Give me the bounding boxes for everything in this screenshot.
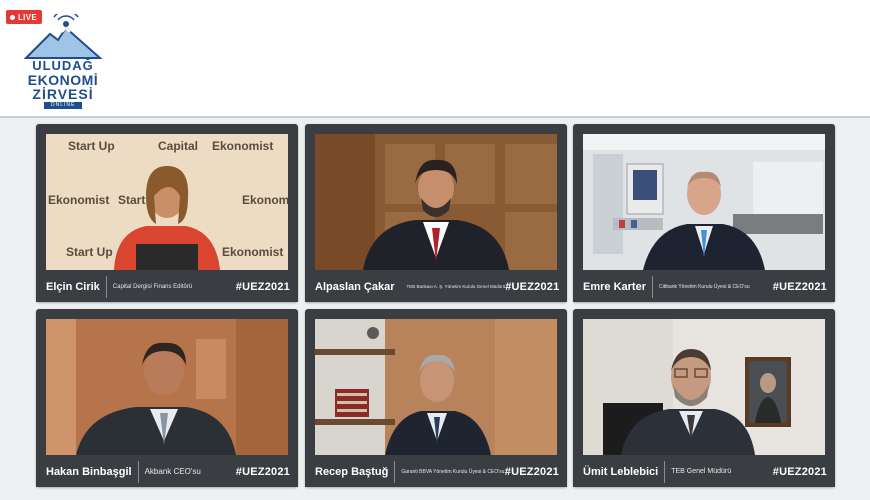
participant-video-6: [583, 319, 825, 455]
backdrop-word: Ekonomist: [212, 139, 273, 153]
nameplate: Alpaslan Çakar TEB Bankası A. Ş. Yönetim…: [305, 272, 567, 302]
participant-tile-3[interactable]: Emre Karter Citibank Yönetim Kurulu Üyes…: [573, 124, 835, 302]
event-hashtag: #UEZ2021: [235, 281, 290, 293]
nameplate: Ümit Leblebici TEB Genel Müdürü #UEZ2021: [573, 457, 835, 487]
event-hashtag: #UEZ2021: [505, 281, 560, 293]
participant-video-3: [583, 134, 825, 270]
participant-role: TEB Genel Müdürü: [671, 468, 732, 475]
participant-role: Garanti BBVA Yönetim Kurulu Üyesi & CEO'…: [401, 469, 505, 475]
participant-tile-4[interactable]: Hakan Binbaşgil Akbank CEO'su #UEZ2021: [36, 309, 298, 487]
participant-name: Alpaslan Çakar: [315, 281, 395, 293]
divider: [664, 461, 666, 483]
participant-name: Recep Baştuğ: [315, 466, 389, 478]
event-hashtag: #UEZ2021: [772, 466, 827, 478]
participant-video-4: [46, 319, 288, 455]
backdrop-word: Start Up: [66, 245, 113, 259]
participant-video-1: Start Up Capital Ekonomist Ekonomist Sta…: [46, 134, 288, 270]
divider: [105, 276, 107, 298]
divider: [651, 276, 653, 298]
video-grid: Start Up Capital Ekonomist Ekonomist Sta…: [0, 118, 870, 500]
participant-name: Ümit Leblebici: [583, 466, 659, 478]
participant-name: Elçin Cirik: [46, 281, 100, 293]
divider: [394, 461, 396, 483]
participant-tile-6[interactable]: Ümit Leblebici TEB Genel Müdürü #UEZ2021: [573, 309, 835, 487]
nameplate: Hakan Binbaşgil Akbank CEO'su #UEZ2021: [36, 457, 298, 487]
logo-line-1: ULUDAĞ: [32, 58, 94, 73]
participant-role: Citibank Yönetim Kurulu Üyesi & CEO'su: [658, 284, 750, 290]
event-hashtag: #UEZ2021: [235, 466, 290, 478]
logo-line-4: ONLINE: [44, 102, 82, 109]
participant-tile-1[interactable]: Start Up Capital Ekonomist Ekonomist Sta…: [36, 124, 298, 302]
nameplate: Recep Baştuğ Garanti BBVA Yönetim Kurulu…: [305, 457, 567, 487]
event-logo: ULUDAĞ EKONOMİ ZİRVESİ ONLINE: [22, 14, 104, 109]
participant-role: Capital Dergisi Finans Editörü: [112, 284, 193, 290]
live-dot-icon: [10, 14, 15, 20]
logo-line-3: ZİRVESİ: [32, 86, 94, 102]
participant-tile-5[interactable]: Recep Baştuğ Garanti BBVA Yönetim Kurulu…: [305, 309, 567, 487]
participant-role: TEB Bankası A. Ş. Yönetim Kurulu Genel M…: [406, 284, 506, 289]
participant-video-2: [315, 134, 557, 270]
participant-tile-2[interactable]: Alpaslan Çakar TEB Bankası A. Ş. Yönetim…: [305, 124, 567, 302]
divider: [137, 461, 139, 483]
backdrop-word: Ekonomist: [222, 245, 283, 259]
mountain-logo-icon: [23, 14, 103, 59]
backdrop-word: Ekonomist: [48, 193, 109, 207]
backdrop-word: Ekonomist: [242, 193, 288, 207]
event-hashtag: #UEZ2021: [504, 466, 559, 478]
backdrop-word: Start Up: [68, 139, 115, 153]
participant-name: Hakan Binbaşgil: [46, 466, 132, 478]
participant-role: Akbank CEO'su: [144, 467, 201, 476]
top-bar: LIVE ULUDAĞ EKONOMİ ZİRVESİ ONLINE: [0, 0, 870, 118]
nameplate: Emre Karter Citibank Yönetim Kurulu Üyes…: [573, 272, 835, 302]
participant-name: Emre Karter: [583, 281, 646, 293]
event-hashtag: #UEZ2021: [772, 281, 827, 293]
participant-video-5: [315, 319, 557, 455]
nameplate: Elçin Cirik Capital Dergisi Finans Editö…: [36, 272, 298, 302]
backdrop-word: Capital: [158, 139, 198, 153]
